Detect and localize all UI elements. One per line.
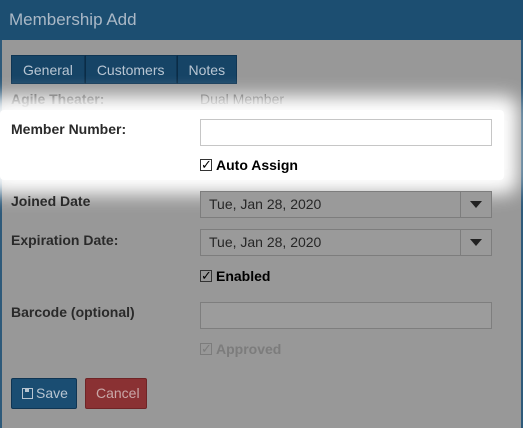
expiration-date-select[interactable]: Tue, Jan 28, 2020 <box>200 229 492 256</box>
membership-add-dialog: Membership Add General Customers Notes A… <box>0 0 523 428</box>
barcode-input[interactable] <box>200 302 492 329</box>
dialog-title: Membership Add <box>0 0 523 40</box>
joined-date-select[interactable]: Tue, Jan 28, 2020 <box>200 191 492 218</box>
enabled-check-icon: ✓ <box>200 268 212 283</box>
chevron-down-icon[interactable] <box>460 230 491 255</box>
tab-notes[interactable]: Notes <box>176 55 238 84</box>
save-button[interactable]: Save <box>11 378 77 409</box>
auto-assign-checkbox[interactable]: ✓ Auto Assign <box>200 157 298 173</box>
barcode-label: Barcode (optional) <box>11 304 135 320</box>
agile-theater-value: Dual Member <box>200 91 285 107</box>
dialog-frame-left <box>0 40 2 428</box>
tab-general[interactable]: General <box>11 55 85 84</box>
joined-date-value: Tue, Jan 28, 2020 <box>209 196 322 212</box>
enabled-label: Enabled <box>216 268 271 284</box>
approved-checkbox: ✓ Approved <box>200 341 281 357</box>
agile-theater-label: Agile Theater: <box>11 91 105 107</box>
approved-label: Approved <box>216 341 282 357</box>
joined-date-label: Joined Date <box>11 193 91 209</box>
auto-assign-check-icon: ✓ <box>200 157 212 172</box>
expiration-date-label: Expiration Date: <box>11 232 119 248</box>
cancel-button[interactable]: Cancel <box>85 378 147 409</box>
member-number-label: Member Number: <box>11 121 127 137</box>
approved-check-icon: ✓ <box>200 341 212 356</box>
tab-customers[interactable]: Customers <box>84 55 177 84</box>
enabled-checkbox[interactable]: ✓ Enabled <box>200 268 270 284</box>
auto-assign-label: Auto Assign <box>216 157 298 173</box>
tab-bar: General Customers Notes <box>11 55 238 84</box>
chevron-down-icon[interactable] <box>460 192 491 217</box>
save-button-label: Save <box>36 385 68 401</box>
floppy-disk-icon <box>22 388 33 399</box>
expiration-date-value: Tue, Jan 28, 2020 <box>209 234 322 250</box>
member-number-input[interactable] <box>200 119 492 146</box>
